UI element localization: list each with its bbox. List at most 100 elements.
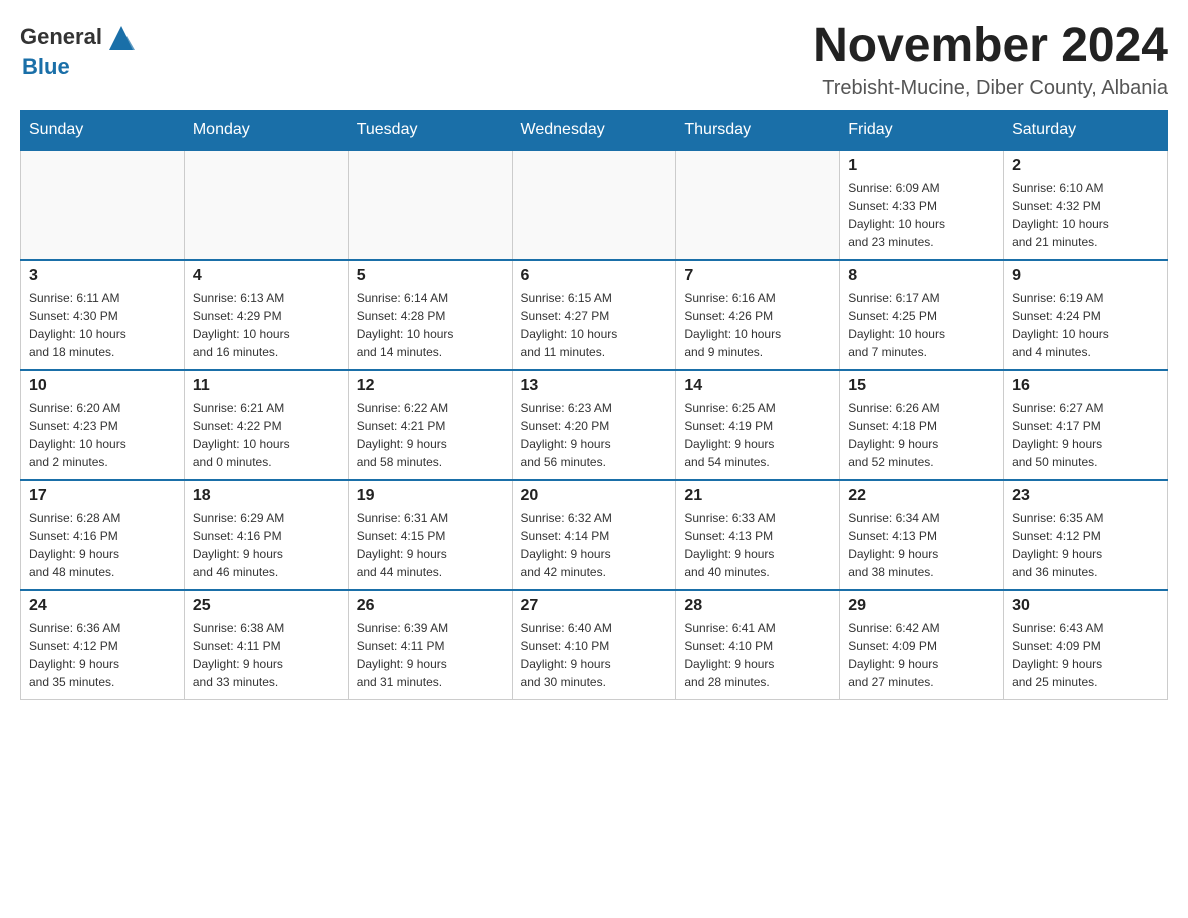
day-info: Sunrise: 6:19 AM Sunset: 4:24 PM Dayligh…	[1012, 289, 1159, 361]
day-number: 24	[29, 597, 176, 615]
logo: General Blue	[20, 20, 137, 80]
calendar-cell: 29 Sunrise: 6:42 AM Sunset: 4:09 PM Dayli…	[840, 590, 1004, 700]
calendar-cell: 4 Sunrise: 6:13 AM Sunset: 4:29 PM Daylig…	[184, 260, 348, 370]
day-number: 7	[684, 267, 831, 285]
day-info: Sunrise: 6:38 AM Sunset: 4:11 PM Dayligh…	[193, 619, 340, 691]
day-info: Sunrise: 6:35 AM Sunset: 4:12 PM Dayligh…	[1012, 509, 1159, 581]
location-subtitle: Trebisht-Mucine, Diber County, Albania	[813, 77, 1168, 100]
day-number: 10	[29, 377, 176, 395]
day-info: Sunrise: 6:22 AM Sunset: 4:21 PM Dayligh…	[357, 399, 504, 471]
day-info: Sunrise: 6:26 AM Sunset: 4:18 PM Dayligh…	[848, 399, 995, 471]
day-info: Sunrise: 6:21 AM Sunset: 4:22 PM Dayligh…	[193, 399, 340, 471]
day-number: 6	[521, 267, 668, 285]
day-number: 13	[521, 377, 668, 395]
day-number: 23	[1012, 487, 1159, 505]
calendar-cell	[676, 150, 840, 260]
week-row-4: 17 Sunrise: 6:28 AM Sunset: 4:16 PM Dayli…	[21, 480, 1168, 590]
day-number: 2	[1012, 157, 1159, 175]
calendar-cell: 17 Sunrise: 6:28 AM Sunset: 4:16 PM Dayli…	[21, 480, 185, 590]
day-info: Sunrise: 6:31 AM Sunset: 4:15 PM Dayligh…	[357, 509, 504, 581]
day-info: Sunrise: 6:28 AM Sunset: 4:16 PM Dayligh…	[29, 509, 176, 581]
weekday-header-wednesday: Wednesday	[512, 110, 676, 150]
week-row-3: 10 Sunrise: 6:20 AM Sunset: 4:23 PM Dayli…	[21, 370, 1168, 480]
day-info: Sunrise: 6:17 AM Sunset: 4:25 PM Dayligh…	[848, 289, 995, 361]
day-number: 19	[357, 487, 504, 505]
day-number: 1	[848, 157, 995, 175]
calendar-cell: 6 Sunrise: 6:15 AM Sunset: 4:27 PM Daylig…	[512, 260, 676, 370]
calendar-cell	[348, 150, 512, 260]
day-number: 12	[357, 377, 504, 395]
calendar-cell: 19 Sunrise: 6:31 AM Sunset: 4:15 PM Dayli…	[348, 480, 512, 590]
calendar-cell: 22 Sunrise: 6:34 AM Sunset: 4:13 PM Dayli…	[840, 480, 1004, 590]
weekday-header-friday: Friday	[840, 110, 1004, 150]
day-number: 20	[521, 487, 668, 505]
calendar-cell: 11 Sunrise: 6:21 AM Sunset: 4:22 PM Dayli…	[184, 370, 348, 480]
calendar-cell	[184, 150, 348, 260]
logo-general-text: General	[20, 24, 102, 50]
calendar-cell: 2 Sunrise: 6:10 AM Sunset: 4:32 PM Daylig…	[1004, 150, 1168, 260]
calendar-cell: 1Sunrise: 6:09 AM Sunset: 4:33 PM Daylig…	[840, 150, 1004, 260]
day-number: 22	[848, 487, 995, 505]
day-info: Sunrise: 6:32 AM Sunset: 4:14 PM Dayligh…	[521, 509, 668, 581]
day-number: 11	[193, 377, 340, 395]
calendar-cell: 25 Sunrise: 6:38 AM Sunset: 4:11 PM Dayli…	[184, 590, 348, 700]
day-info: Sunrise: 6:25 AM Sunset: 4:19 PM Dayligh…	[684, 399, 831, 471]
day-number: 25	[193, 597, 340, 615]
day-info: Sunrise: 6:11 AM Sunset: 4:30 PM Dayligh…	[29, 289, 176, 361]
day-number: 5	[357, 267, 504, 285]
weekday-header-tuesday: Tuesday	[348, 110, 512, 150]
calendar-cell: 12 Sunrise: 6:22 AM Sunset: 4:21 PM Dayli…	[348, 370, 512, 480]
day-number: 28	[684, 597, 831, 615]
day-number: 17	[29, 487, 176, 505]
logo-blue-text: Blue	[22, 54, 70, 80]
calendar-cell: 10 Sunrise: 6:20 AM Sunset: 4:23 PM Dayli…	[21, 370, 185, 480]
weekday-header-thursday: Thursday	[676, 110, 840, 150]
calendar-cell: 30 Sunrise: 6:43 AM Sunset: 4:09 PM Dayli…	[1004, 590, 1168, 700]
calendar-cell: 20 Sunrise: 6:32 AM Sunset: 4:14 PM Dayli…	[512, 480, 676, 590]
calendar-cell: 28 Sunrise: 6:41 AM Sunset: 4:10 PM Dayli…	[676, 590, 840, 700]
day-info: Sunrise: 6:20 AM Sunset: 4:23 PM Dayligh…	[29, 399, 176, 471]
day-number: 9	[1012, 267, 1159, 285]
calendar-table: SundayMondayTuesdayWednesdayThursdayFrid…	[20, 110, 1168, 701]
calendar-cell: 14Sunrise: 6:25 AM Sunset: 4:19 PM Dayli…	[676, 370, 840, 480]
day-info: Sunrise: 6:42 AM Sunset: 4:09 PM Dayligh…	[848, 619, 995, 691]
calendar-cell: 8 Sunrise: 6:17 AM Sunset: 4:25 PM Daylig…	[840, 260, 1004, 370]
day-number: 21	[684, 487, 831, 505]
calendar-cell	[21, 150, 185, 260]
calendar-cell: 21 Sunrise: 6:33 AM Sunset: 4:13 PM Dayli…	[676, 480, 840, 590]
day-number: 4	[193, 267, 340, 285]
page-header: General Blue November 2024 Trebisht-Muci…	[20, 20, 1168, 100]
calendar-cell: 18 Sunrise: 6:29 AM Sunset: 4:16 PM Dayli…	[184, 480, 348, 590]
calendar-cell: 27 Sunrise: 6:40 AM Sunset: 4:10 PM Dayli…	[512, 590, 676, 700]
title-section: November 2024 Trebisht-Mucine, Diber Cou…	[813, 20, 1168, 100]
weekday-header-monday: Monday	[184, 110, 348, 150]
day-info: Sunrise: 6:43 AM Sunset: 4:09 PM Dayligh…	[1012, 619, 1159, 691]
day-info: Sunrise: 6:39 AM Sunset: 4:11 PM Dayligh…	[357, 619, 504, 691]
day-number: 29	[848, 597, 995, 615]
day-number: 3	[29, 267, 176, 285]
weekday-header-saturday: Saturday	[1004, 110, 1168, 150]
calendar-cell: 15Sunrise: 6:26 AM Sunset: 4:18 PM Dayli…	[840, 370, 1004, 480]
calendar-cell: 9 Sunrise: 6:19 AM Sunset: 4:24 PM Daylig…	[1004, 260, 1168, 370]
day-info: Sunrise: 6:41 AM Sunset: 4:10 PM Dayligh…	[684, 619, 831, 691]
day-number: 18	[193, 487, 340, 505]
day-info: Sunrise: 6:13 AM Sunset: 4:29 PM Dayligh…	[193, 289, 340, 361]
calendar-cell: 13Sunrise: 6:23 AM Sunset: 4:20 PM Dayli…	[512, 370, 676, 480]
day-info: Sunrise: 6:14 AM Sunset: 4:28 PM Dayligh…	[357, 289, 504, 361]
day-number: 27	[521, 597, 668, 615]
weekday-header-sunday: Sunday	[21, 110, 185, 150]
day-info: Sunrise: 6:34 AM Sunset: 4:13 PM Dayligh…	[848, 509, 995, 581]
logo-icon	[105, 22, 137, 54]
day-info: Sunrise: 6:29 AM Sunset: 4:16 PM Dayligh…	[193, 509, 340, 581]
day-info: Sunrise: 6:16 AM Sunset: 4:26 PM Dayligh…	[684, 289, 831, 361]
day-info: Sunrise: 6:33 AM Sunset: 4:13 PM Dayligh…	[684, 509, 831, 581]
day-number: 8	[848, 267, 995, 285]
calendar-cell: 16Sunrise: 6:27 AM Sunset: 4:17 PM Dayli…	[1004, 370, 1168, 480]
day-info: Sunrise: 6:40 AM Sunset: 4:10 PM Dayligh…	[521, 619, 668, 691]
week-row-2: 3 Sunrise: 6:11 AM Sunset: 4:30 PM Daylig…	[21, 260, 1168, 370]
day-info: Sunrise: 6:10 AM Sunset: 4:32 PM Dayligh…	[1012, 179, 1159, 251]
day-number: 16	[1012, 377, 1159, 395]
calendar-cell: 7 Sunrise: 6:16 AM Sunset: 4:26 PM Daylig…	[676, 260, 840, 370]
day-number: 30	[1012, 597, 1159, 615]
day-info: Sunrise: 6:15 AM Sunset: 4:27 PM Dayligh…	[521, 289, 668, 361]
